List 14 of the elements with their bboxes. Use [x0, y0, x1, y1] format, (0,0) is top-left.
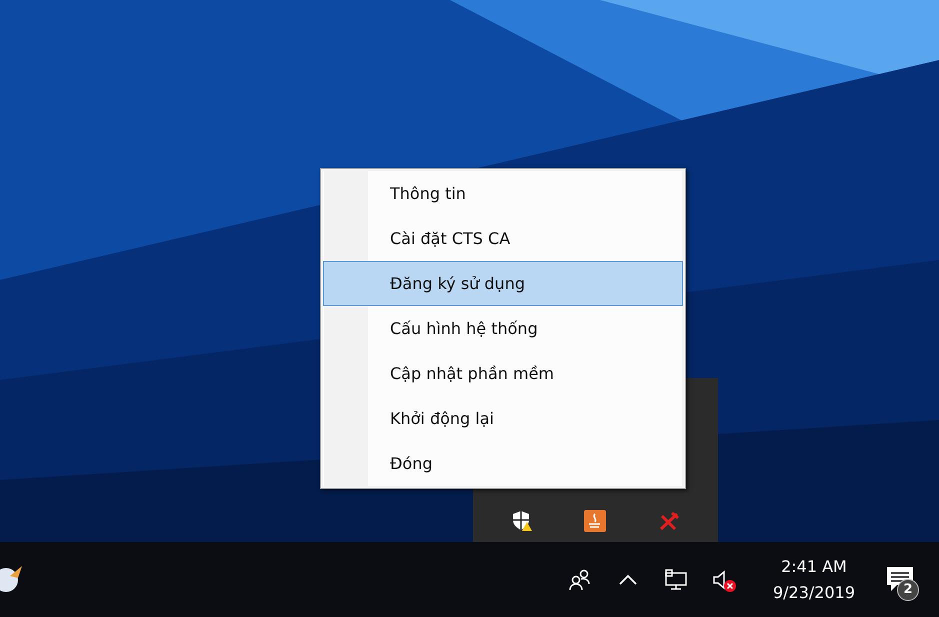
- notification-count: 2: [897, 578, 919, 600]
- network-icon[interactable]: [662, 566, 689, 592]
- menu-item[interactable]: Cập nhật phần mềm: [323, 351, 683, 396]
- menu-item[interactable]: Cấu hình hệ thống: [323, 306, 683, 351]
- menu-item[interactable]: Đăng ký sử dụng: [323, 261, 683, 306]
- java-icon[interactable]: [584, 510, 606, 532]
- menu-item[interactable]: Khởi động lại: [323, 396, 683, 441]
- clock-time[interactable]: 2:41 AM: [781, 554, 847, 580]
- menu-item[interactable]: Đóng: [323, 441, 683, 486]
- scribble-icon[interactable]: [658, 510, 680, 532]
- menu-item[interactable]: Thông tin: [323, 171, 683, 216]
- clock-date[interactable]: 9/23/2019: [772, 580, 855, 606]
- shield-warning-icon[interactable]: [510, 510, 533, 532]
- menu-item[interactable]: Cài đặt CTS CA: [323, 216, 683, 261]
